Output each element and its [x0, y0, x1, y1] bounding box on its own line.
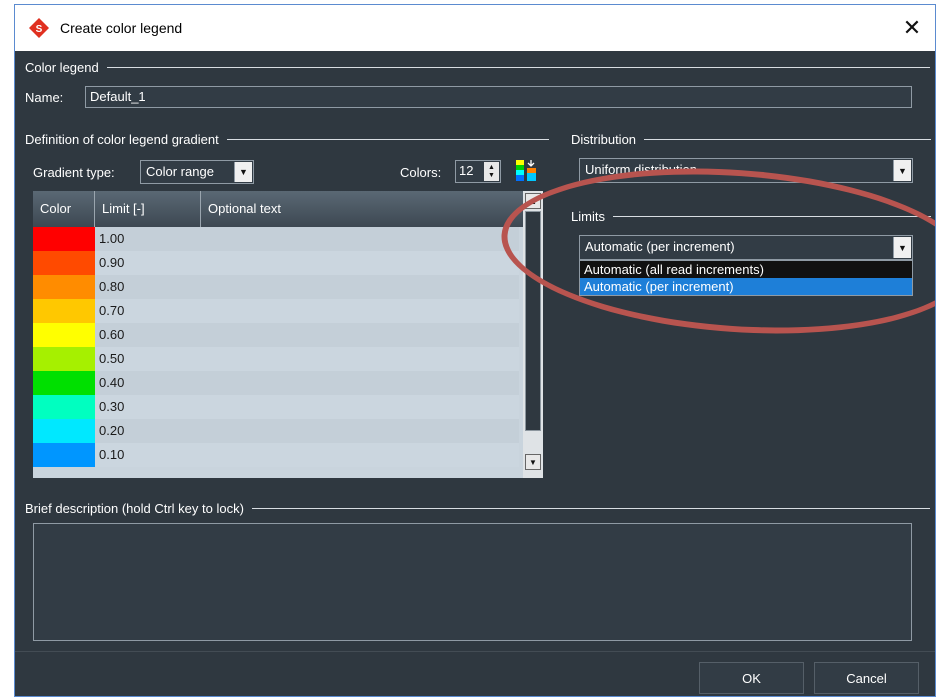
table-row[interactable]: 0.90: [33, 251, 519, 275]
divider: [251, 508, 930, 509]
optional-text-cell[interactable]: [201, 227, 519, 251]
app-logo-icon: S: [29, 18, 49, 38]
cancel-button[interactable]: Cancel: [814, 662, 919, 694]
limit-cell[interactable]: 0.90: [95, 251, 201, 275]
table-row[interactable]: 0.10: [33, 443, 519, 467]
limit-cell[interactable]: 0.60: [95, 323, 201, 347]
colors-label: Colors:: [400, 165, 442, 180]
name-label: Name:: [25, 90, 64, 105]
table-row[interactable]: 0.40: [33, 371, 519, 395]
optional-text-cell[interactable]: [201, 371, 519, 395]
column-header-color[interactable]: Color: [33, 191, 95, 227]
limit-cell[interactable]: 0.20: [95, 419, 201, 443]
colors-value: 12: [459, 163, 474, 178]
color-swatch[interactable]: [33, 371, 95, 395]
color-legend-header: Color legend: [25, 60, 930, 75]
table-row[interactable]: 0.60: [33, 323, 519, 347]
limit-cell[interactable]: 0.70: [95, 299, 201, 323]
limit-cell[interactable]: 0.10: [95, 443, 201, 467]
gradient-type-label: Gradient type:: [33, 165, 115, 180]
column-header-optional-text[interactable]: Optional text: [201, 191, 523, 227]
optional-text-cell[interactable]: [201, 251, 519, 275]
divider: [226, 139, 549, 140]
optional-text-cell[interactable]: [201, 443, 519, 467]
table-row[interactable]: 1.00: [33, 227, 519, 251]
table-row[interactable]: 0.30: [33, 395, 519, 419]
optional-text-cell[interactable]: [201, 275, 519, 299]
color-swatch[interactable]: [33, 227, 95, 251]
color-swatch[interactable]: [33, 443, 95, 467]
limit-cell[interactable]: 1.00: [95, 227, 201, 251]
title-bar: S Create color legend ✕: [15, 5, 935, 51]
create-color-legend-dialog: S Create color legend ✕ Color legend Nam…: [14, 4, 936, 697]
close-icon: ✕: [902, 15, 922, 40]
table-row[interactable]: 0.80: [33, 275, 519, 299]
colors-spinner[interactable]: 12 ▲ ▼: [455, 160, 501, 183]
divider: [106, 67, 930, 68]
color-swatch[interactable]: [33, 323, 95, 347]
color-swatch[interactable]: [33, 275, 95, 299]
svg-text:S: S: [36, 24, 43, 35]
limit-cell[interactable]: 0.30: [95, 395, 201, 419]
description-header: Brief description (hold Ctrl key to lock…: [25, 501, 930, 516]
limit-cell[interactable]: 0.80: [95, 275, 201, 299]
optional-text-cell[interactable]: [201, 395, 519, 419]
window-title: Create color legend: [60, 20, 183, 36]
chevron-down-icon: ▼: [893, 160, 911, 181]
color-swatch[interactable]: [33, 395, 95, 419]
divider: [644, 139, 931, 140]
optional-text-cell[interactable]: [201, 323, 519, 347]
gradient-type-value: Color range: [146, 164, 214, 179]
optional-text-cell[interactable]: [201, 347, 519, 371]
color-swatch[interactable]: [33, 347, 95, 371]
column-header-limit[interactable]: Limit [-]: [95, 191, 201, 227]
footer-divider: [15, 651, 935, 652]
color-swatch[interactable]: [33, 419, 95, 443]
ok-button[interactable]: OK: [699, 662, 804, 694]
table-row[interactable]: 0.20: [33, 419, 519, 443]
spinner-arrows-icon[interactable]: ▲ ▼: [484, 162, 499, 181]
table-header: Color Limit [-] Optional text: [33, 191, 523, 227]
description-textarea[interactable]: [33, 523, 912, 641]
gradient-type-select[interactable]: Color range ▼: [140, 160, 254, 184]
close-button[interactable]: ✕: [889, 5, 935, 51]
gradient-table: Color Limit [-] Optional text 1.00 0.90 0.…: [33, 191, 543, 478]
name-field[interactable]: Default_1: [85, 86, 912, 108]
gradient-palette-icon[interactable]: [515, 159, 537, 183]
table-row[interactable]: 0.50: [33, 347, 519, 371]
gradient-header: Definition of color legend gradient: [25, 132, 549, 147]
table-body: 1.00 0.90 0.80 0.70 0.60 0.50 0.40 0.30 0.20 0.10: [33, 227, 519, 467]
chevron-down-icon: ▼: [234, 162, 252, 182]
distribution-header: Distribution: [571, 132, 931, 147]
optional-text-cell[interactable]: [201, 419, 519, 443]
color-swatch[interactable]: [33, 299, 95, 323]
limit-cell[interactable]: 0.40: [95, 371, 201, 395]
optional-text-cell[interactable]: [201, 299, 519, 323]
limit-cell[interactable]: 0.50: [95, 347, 201, 371]
scroll-down-icon[interactable]: ▼: [525, 454, 541, 470]
table-row[interactable]: 0.70: [33, 299, 519, 323]
color-swatch[interactable]: [33, 251, 95, 275]
